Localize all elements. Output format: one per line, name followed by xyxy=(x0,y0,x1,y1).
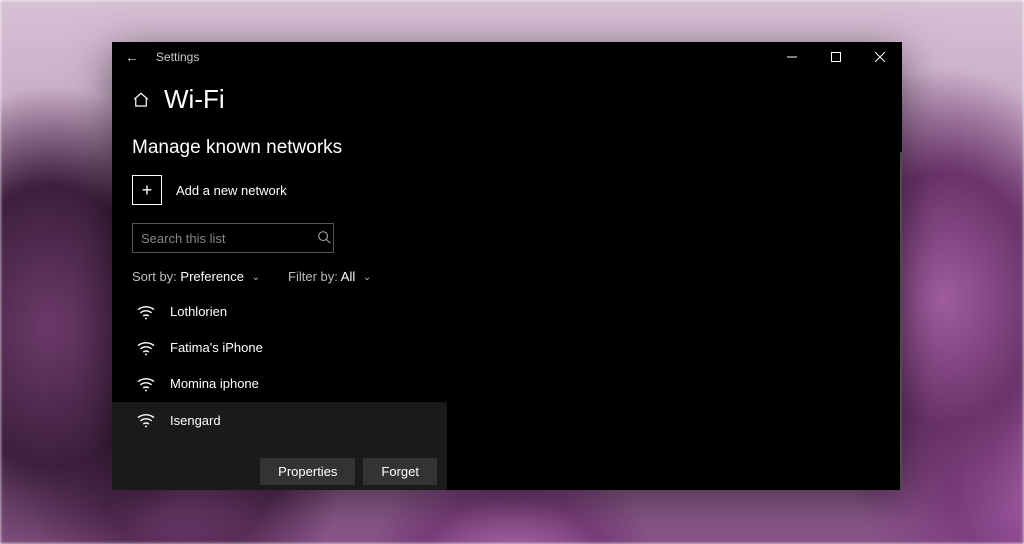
sort-by-label: Sort by: xyxy=(132,269,177,284)
close-button[interactable] xyxy=(858,42,902,72)
page-title: Wi-Fi xyxy=(164,84,225,115)
add-network-button[interactable]: + Add a new network xyxy=(132,175,882,205)
network-name: Momina iphone xyxy=(170,376,259,391)
scrollbar[interactable] xyxy=(900,152,902,490)
wifi-icon xyxy=(136,412,156,428)
network-item[interactable]: Momina iphone xyxy=(132,366,882,402)
minimize-button[interactable] xyxy=(770,42,814,72)
filter-by-dropdown[interactable]: Filter by: All ⌄ xyxy=(288,269,371,284)
back-button[interactable]: ← xyxy=(112,49,152,65)
chevron-down-icon: ⌄ xyxy=(363,272,371,283)
network-item[interactable]: Lothlorien xyxy=(132,294,882,330)
sort-by-dropdown[interactable]: Sort by: Preference ⌄ xyxy=(132,269,260,284)
plus-icon: + xyxy=(132,175,162,205)
filter-by-value: All xyxy=(341,269,355,284)
search-input[interactable] xyxy=(141,231,317,246)
wifi-icon xyxy=(136,304,156,320)
settings-window: ← Settings Wi-Fi Manage known networks + xyxy=(112,42,902,490)
properties-button[interactable]: Properties xyxy=(260,458,355,485)
network-name: Isengard xyxy=(170,413,221,428)
network-name: Lothlorien xyxy=(170,304,227,319)
home-icon[interactable] xyxy=(132,91,150,109)
window-title: Settings xyxy=(152,50,199,64)
window-titlebar: ← Settings xyxy=(112,42,902,72)
add-network-label: Add a new network xyxy=(176,183,287,198)
network-list: Lothlorien Fatima's iPhone Momina iphone xyxy=(132,294,882,490)
section-heading: Manage known networks xyxy=(132,137,882,159)
network-item-selected[interactable]: Isengard Properties Forget xyxy=(112,402,447,490)
forget-button[interactable]: Forget xyxy=(363,458,437,485)
search-icon xyxy=(317,230,331,247)
sort-by-value: Preference xyxy=(180,269,244,284)
wifi-icon xyxy=(136,376,156,392)
search-input-container[interactable] xyxy=(132,223,334,253)
maximize-button[interactable] xyxy=(814,42,858,72)
chevron-down-icon: ⌄ xyxy=(252,272,260,283)
network-item[interactable]: Fatima's iPhone xyxy=(132,330,882,366)
wifi-icon xyxy=(136,340,156,356)
window-content: Wi-Fi Manage known networks + Add a new … xyxy=(112,72,902,490)
network-name: Fatima's iPhone xyxy=(170,340,263,355)
filter-by-label: Filter by: xyxy=(288,269,338,284)
